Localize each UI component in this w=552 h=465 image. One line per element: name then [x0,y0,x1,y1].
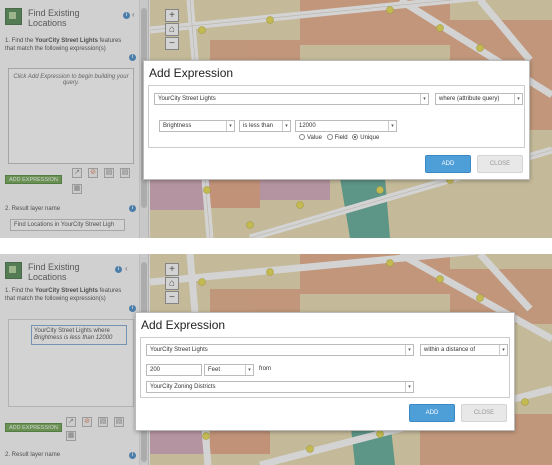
chevron-down-icon: ▾ [226,121,234,131]
operator-select[interactable]: is less than ▾ [239,120,291,132]
screenshot-attribute-query: + ⌂ − Find Existing Locations i ‹ 1. Fin… [0,0,552,238]
close-button[interactable]: CLOSE [461,404,507,422]
operator-select-value: is less than [243,123,274,129]
mode-select[interactable]: where (attribute query) ▾ [435,93,523,105]
target-layer-select[interactable]: YourCity Zoning Districts ▾ [146,381,414,393]
unit-select[interactable]: Feet ▾ [204,364,254,376]
layer-select-value: YourCity Street Lights [158,96,216,102]
screenshot-spatial-query: + ⌂ − Find Existing Locations i ‹ 1. Fin… [0,254,552,465]
add-button[interactable]: ADD [409,404,455,422]
from-label: from [259,366,271,372]
field-select-value: Brightness [163,123,192,129]
radio-value[interactable] [299,134,305,140]
chevron-down-icon: ▾ [245,365,253,375]
dialog-title: Add Expression [141,318,226,332]
radio-unique[interactable] [352,134,359,140]
layer-select[interactable]: YourCity Street Lights ▾ [154,93,429,105]
chevron-down-icon: ▾ [282,121,290,131]
chevron-down-icon: ▾ [499,345,507,355]
mode-select[interactable]: within a distance of ▾ [420,344,508,356]
layer-select-value: YourCity Street Lights [150,347,208,353]
mode-select-value: within a distance of [424,347,476,353]
close-button[interactable]: CLOSE [477,155,523,173]
add-button[interactable]: ADD [425,155,471,173]
chevron-down-icon: ▾ [388,121,396,131]
radio-unique-label: Unique [360,135,380,141]
chevron-down-icon: ▾ [514,94,522,104]
target-layer-select-value: YourCity Zoning Districts [150,384,216,390]
chevron-down-icon: ▾ [420,94,428,104]
add-expression-dialog: Add Expression YourCity Street Lights ▾ … [135,312,515,431]
dialog-title: Add Expression [149,66,234,80]
chevron-down-icon: ▾ [405,382,413,392]
field-select[interactable]: Brightness ▾ [159,120,235,132]
radio-value-label: Value [307,135,322,141]
radio-field-label: Field [334,135,348,141]
expression-builder: YourCity Street Lights ▾ where (attribut… [148,85,525,148]
radio-field[interactable] [326,134,333,140]
value-select[interactable]: 12000 ▾ [295,120,397,132]
value-select-value: 12000 [299,123,316,129]
add-expression-dialog: Add Expression YourCity Street Lights ▾ … [143,60,530,180]
mode-select-value: where (attribute query) [439,96,500,102]
distance-input[interactable]: 200 [146,364,202,376]
layer-select[interactable]: YourCity Street Lights ▾ [146,344,414,356]
chevron-down-icon: ▾ [405,345,413,355]
expression-builder: YourCity Street Lights ▾ within a distan… [140,337,510,398]
value-source-radios: Value Field Unique [296,134,379,141]
unit-select-value: Feet [208,367,221,373]
